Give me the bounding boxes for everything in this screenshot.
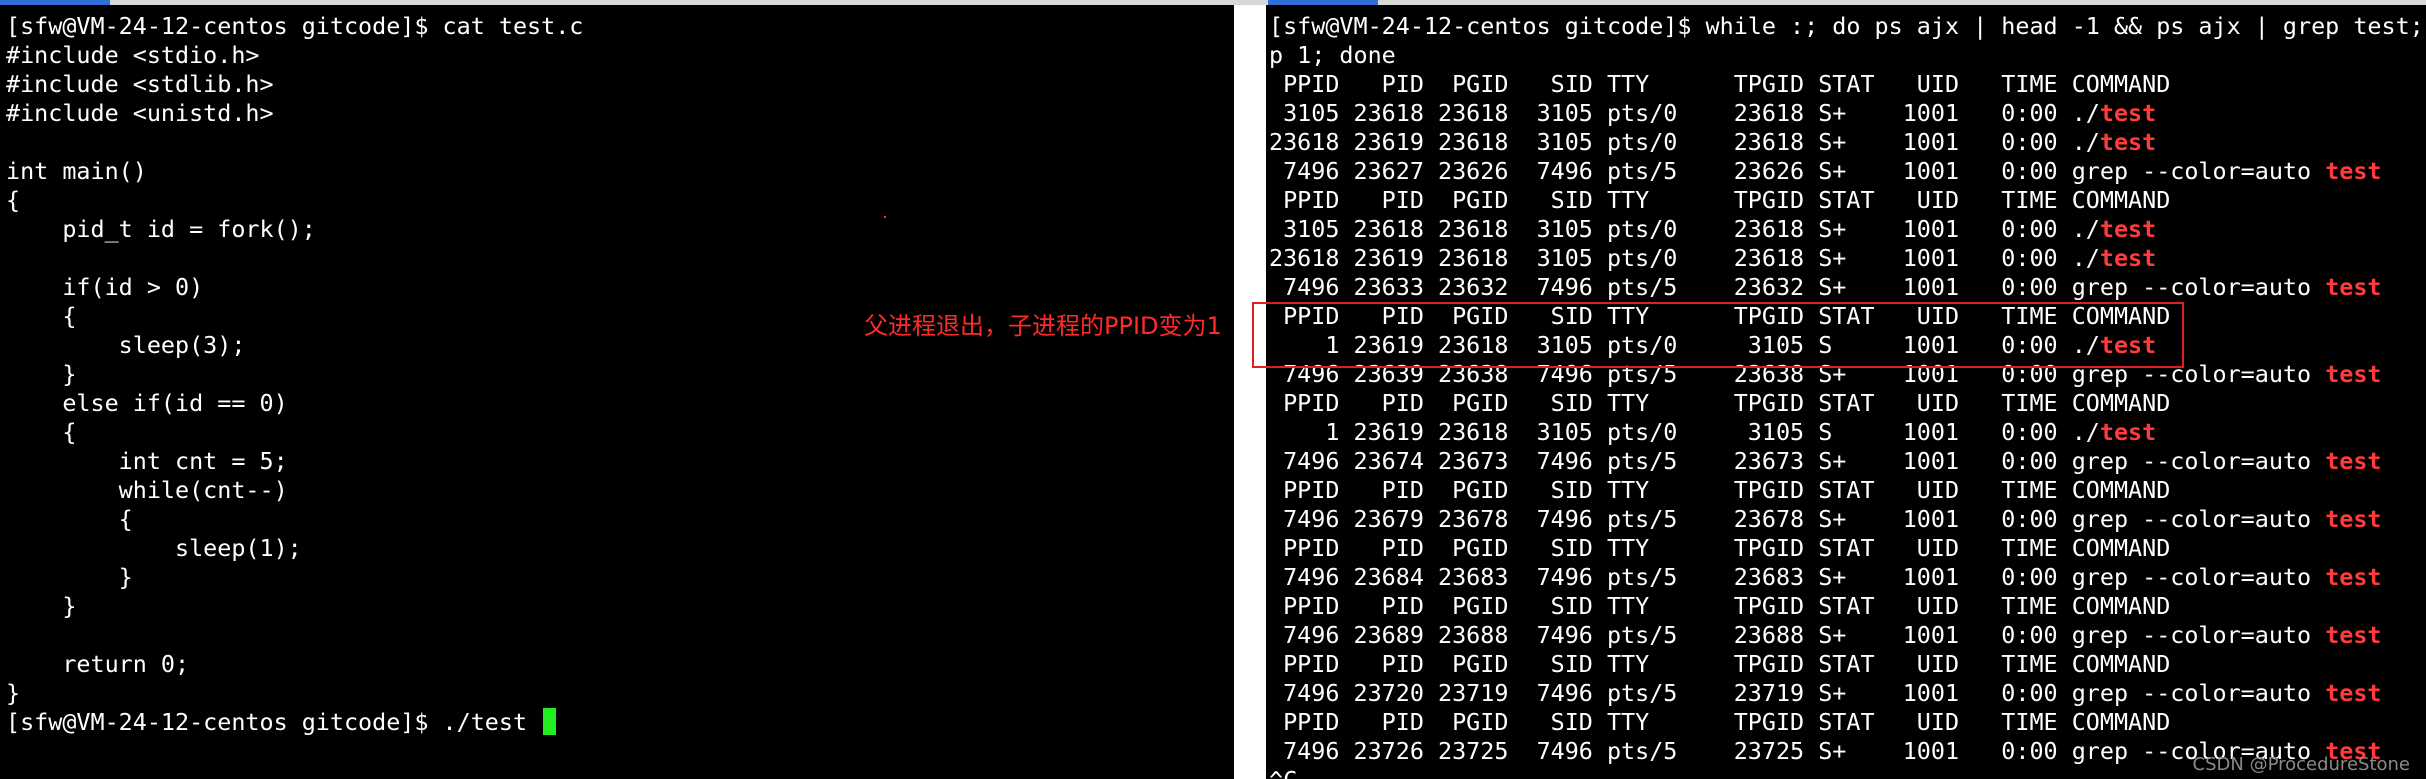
terminal-line-text: 23618 23619 23618 3105 pts/0 23618 S+ 10…	[1269, 128, 2100, 156]
terminal-line-text: 1 23619 23618 3105 pts/0 3105 S 1001 0:0…	[1269, 418, 2100, 446]
terminal-line: {	[6, 505, 133, 533]
terminal-line: PPID PID PGID SID TTY TPGID STAT UID TIM…	[1269, 186, 2426, 215]
terminal-line: while(cnt--)	[6, 476, 288, 504]
terminal-line: [sfw@VM-24-12-centos gitcode]$ while :; …	[1269, 12, 2426, 41]
terminal-line: 7496 23679 23678 7496 pts/5 23678 S+ 100…	[1269, 505, 2426, 534]
terminal-line-text: 3105 23618 23618 3105 pts/0 23618 S+ 100…	[1269, 215, 2100, 243]
terminal-line: PPID PID PGID SID TTY TPGID STAT UID TIM…	[1269, 708, 2426, 737]
grep-match-highlight: test	[2099, 244, 2157, 272]
terminal-line: 7496 23689 23688 7496 pts/5 23688 S+ 100…	[1269, 621, 2426, 650]
grep-match-highlight: test	[2099, 128, 2157, 156]
terminal-line: p 1; done	[1269, 41, 2426, 70]
terminal-line-text: 7496 23679 23678 7496 pts/5 23678 S+ 100…	[1269, 505, 2326, 533]
terminal-line: 3105 23618 23618 3105 pts/0 23618 S+ 100…	[1269, 99, 2426, 128]
terminal-line-text: PPID PID PGID SID TTY TPGID STAT UID TIM…	[1269, 389, 2171, 417]
terminal-line: PPID PID PGID SID TTY TPGID STAT UID TIM…	[1269, 592, 2426, 621]
terminal-line: #include <unistd.h>	[6, 99, 274, 127]
terminal-line: }	[6, 592, 77, 620]
terminal-line: int cnt = 5;	[6, 447, 288, 475]
terminal-line: 7496 23627 23626 7496 pts/5 23626 S+ 100…	[1269, 157, 2426, 186]
terminal-line: PPID PID PGID SID TTY TPGID STAT UID TIM…	[1269, 650, 2426, 679]
grep-match-highlight: test	[2325, 621, 2382, 649]
terminal-line-text: 7496 23726 23725 7496 pts/5 23725 S+ 100…	[1269, 737, 2326, 765]
grep-match-highlight: test	[2099, 215, 2157, 243]
terminal-line-text: ^C	[1269, 766, 1297, 779]
terminal-line-text: [sfw@VM-24-12-centos gitcode]$ while :; …	[1269, 12, 2424, 40]
terminal-line: }	[6, 360, 77, 388]
grep-match-highlight: test	[2325, 679, 2382, 707]
terminal-line: pid_t id = fork();	[6, 215, 316, 243]
grep-match-highlight: test	[2325, 157, 2382, 185]
terminal-line-text: PPID PID PGID SID TTY TPGID STAT UID TIM…	[1269, 650, 2171, 678]
grep-match-highlight: test	[2325, 360, 2382, 388]
terminal-line: else if(id == 0)	[6, 389, 288, 417]
terminal-line: #include <stdlib.h>	[6, 70, 274, 98]
right-terminal-output: [sfw@VM-24-12-centos gitcode]$ while :; …	[1266, 5, 2426, 779]
terminal-line: {	[6, 186, 21, 214]
terminal-line-text: 3105 23618 23618 3105 pts/0 23618 S+ 100…	[1269, 99, 2100, 127]
terminal-line: sleep(1);	[6, 534, 302, 562]
terminal-line: if(id > 0)	[6, 273, 204, 301]
terminal-line: int main()	[6, 157, 147, 185]
terminal-line-text: PPID PID PGID SID TTY TPGID STAT UID TIM…	[1269, 534, 2171, 562]
terminal-line: 7496 23674 23673 7496 pts/5 23673 S+ 100…	[1269, 447, 2426, 476]
terminal-line-text: 7496 23674 23673 7496 pts/5 23673 S+ 100…	[1269, 447, 2326, 475]
grep-match-highlight: test	[2099, 99, 2157, 127]
grep-match-highlight: test	[2325, 447, 2382, 475]
terminal-line-text: p 1; done	[1269, 41, 1396, 69]
annotation-highlight-box	[1252, 302, 2184, 368]
terminal-line-text: 7496 23627 23626 7496 pts/5 23626 S+ 100…	[1269, 157, 2326, 185]
terminal-line: }	[6, 679, 21, 707]
left-terminal-pane[interactable]: [sfw@VM-24-12-centos gitcode]$ cat test.…	[0, 5, 1234, 779]
terminal-line-text: PPID PID PGID SID TTY TPGID STAT UID TIM…	[1269, 70, 2171, 98]
pane-divider[interactable]	[1234, 5, 1266, 779]
terminal-line: return 0;	[6, 650, 190, 678]
right-terminal-pane[interactable]: [sfw@VM-24-12-centos gitcode]$ while :; …	[1266, 5, 2426, 779]
terminal-line: {	[6, 418, 77, 446]
terminal-line-text: 7496 23689 23688 7496 pts/5 23688 S+ 100…	[1269, 621, 2326, 649]
watermark: CSDN @ProcedureStone	[2192, 754, 2410, 775]
screen: [sfw@VM-24-12-centos gitcode]$ cat test.…	[0, 0, 2426, 779]
terminal-line-text: 7496 23633 23632 7496 pts/5 23632 S+ 100…	[1269, 273, 2326, 301]
terminal-line-text: PPID PID PGID SID TTY TPGID STAT UID TIM…	[1269, 592, 2171, 620]
left-terminal-output: [sfw@VM-24-12-centos gitcode]$ cat test.…	[0, 5, 1234, 737]
terminal-line: 1 23619 23618 3105 pts/0 3105 S 1001 0:0…	[1269, 418, 2426, 447]
terminal-line: PPID PID PGID SID TTY TPGID STAT UID TIM…	[1269, 389, 2426, 418]
terminal-line: PPID PID PGID SID TTY TPGID STAT UID TIM…	[1269, 70, 2426, 99]
stray-red-dot	[884, 216, 886, 218]
terminal-line: }	[6, 563, 133, 591]
annotation-text: 父进程退出，子进程的PPID变为1	[864, 312, 1222, 340]
terminal-line-text: PPID PID PGID SID TTY TPGID STAT UID TIM…	[1269, 476, 2171, 504]
grep-match-highlight: test	[2325, 273, 2382, 301]
terminal-prompt-line: [sfw@VM-24-12-centos gitcode]$ ./test	[6, 708, 1234, 737]
terminal-line: 23618 23619 23618 3105 pts/0 23618 S+ 10…	[1269, 128, 2426, 157]
grep-match-highlight: test	[2325, 563, 2382, 591]
terminal-line: 23618 23619 23618 3105 pts/0 23618 S+ 10…	[1269, 244, 2426, 273]
terminal-line: PPID PID PGID SID TTY TPGID STAT UID TIM…	[1269, 534, 2426, 563]
terminal-line: PPID PID PGID SID TTY TPGID STAT UID TIM…	[1269, 476, 2426, 505]
terminal-line: #include <stdio.h>	[6, 41, 260, 69]
terminal-line-text: 23618 23619 23618 3105 pts/0 23618 S+ 10…	[1269, 244, 2100, 272]
terminal-line: 7496 23633 23632 7496 pts/5 23632 S+ 100…	[1269, 273, 2426, 302]
grep-match-highlight: test	[2099, 418, 2157, 446]
terminal-line-text: PPID PID PGID SID TTY TPGID STAT UID TIM…	[1269, 186, 2171, 214]
prompt-text: [sfw@VM-24-12-centos gitcode]$ ./test	[6, 708, 542, 736]
terminal-line: 7496 23720 23719 7496 pts/5 23719 S+ 100…	[1269, 679, 2426, 708]
grep-match-highlight: test	[2325, 505, 2382, 533]
terminal-cursor[interactable]	[543, 708, 557, 735]
terminal-line: [sfw@VM-24-12-centos gitcode]$ cat test.…	[6, 12, 584, 40]
terminal-line-text: 7496 23720 23719 7496 pts/5 23719 S+ 100…	[1269, 679, 2326, 707]
terminal-line-text: PPID PID PGID SID TTY TPGID STAT UID TIM…	[1269, 708, 2171, 736]
terminal-line-text: 7496 23684 23683 7496 pts/5 23683 S+ 100…	[1269, 563, 2326, 591]
terminal-line: 3105 23618 23618 3105 pts/0 23618 S+ 100…	[1269, 215, 2426, 244]
terminal-line: 7496 23684 23683 7496 pts/5 23683 S+ 100…	[1269, 563, 2426, 592]
